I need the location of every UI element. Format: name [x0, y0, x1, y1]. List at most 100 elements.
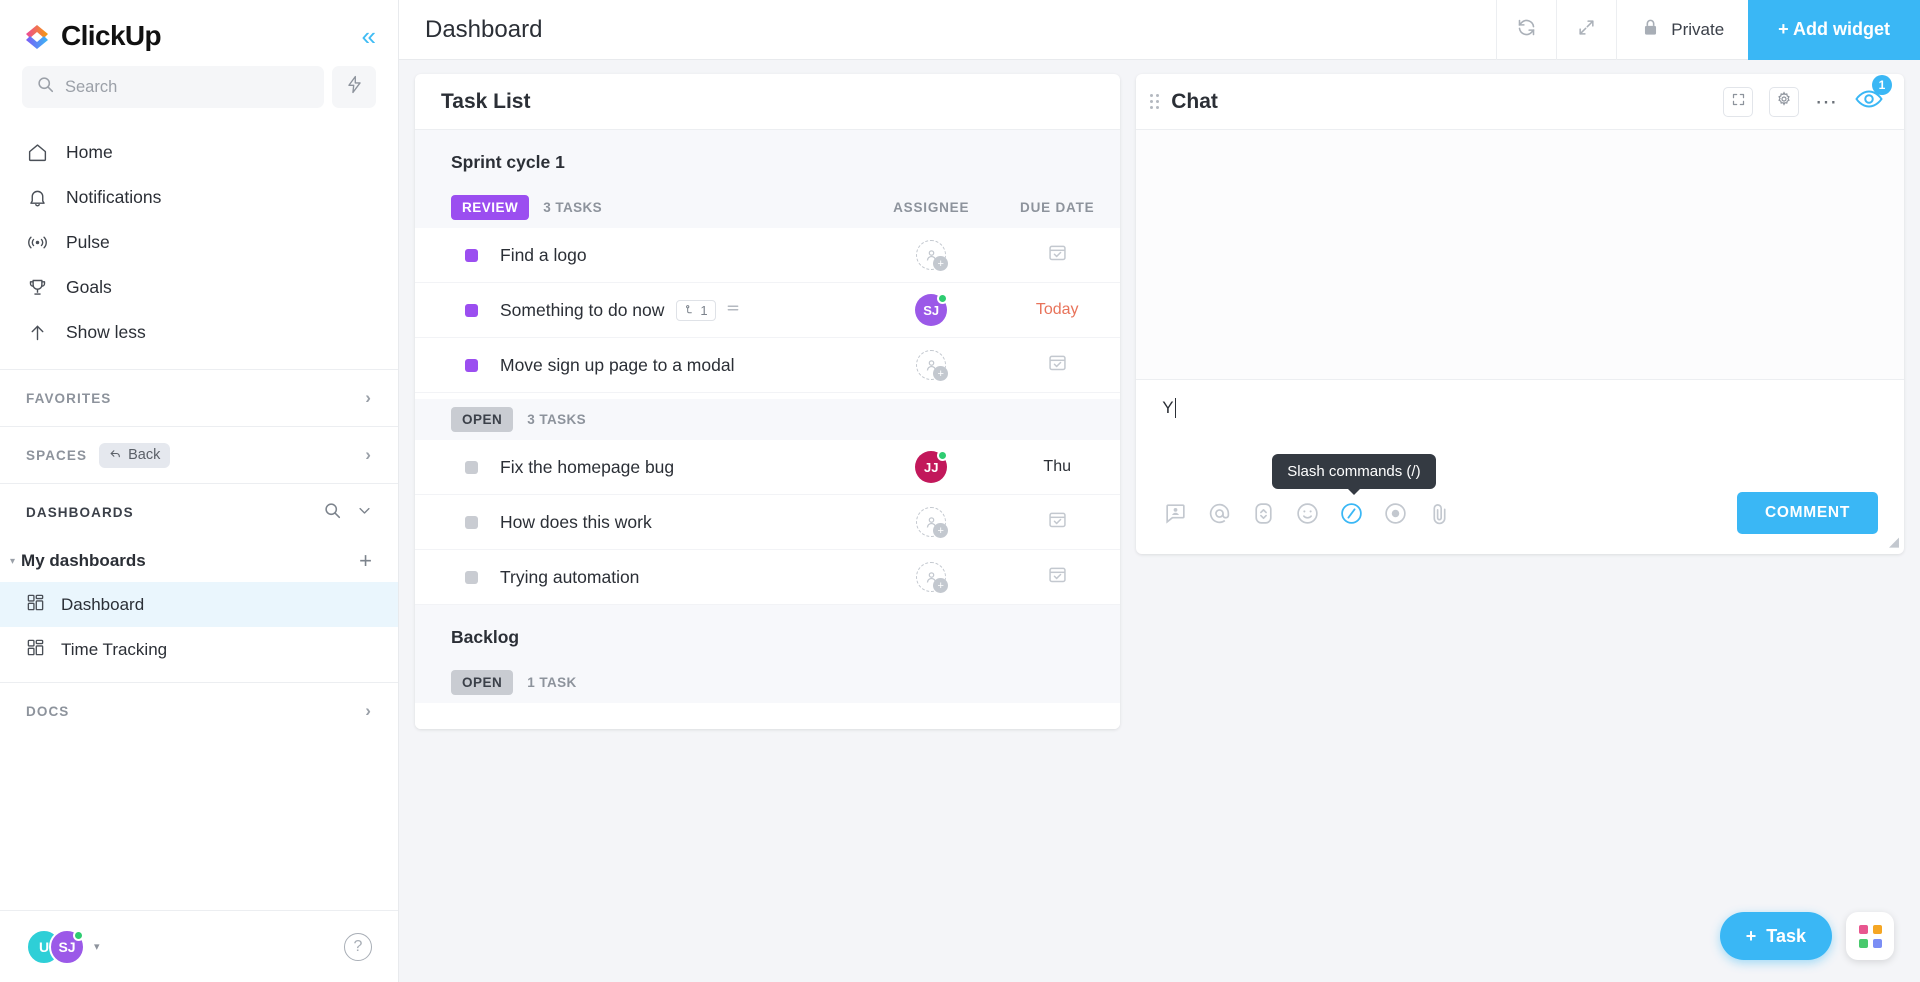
task-list-header: Task List: [415, 74, 1121, 130]
search-input[interactable]: [65, 77, 309, 97]
calendar-icon: [1047, 242, 1068, 268]
search-box[interactable]: [22, 66, 324, 108]
brand-logo[interactable]: ClickUp: [22, 20, 162, 52]
mention-icon[interactable]: [1206, 500, 1232, 526]
search-icon: [37, 76, 54, 98]
status-group-open[interactable]: OPEN 3 TASKS: [415, 399, 1121, 440]
my-dashboards-label: My dashboards: [21, 551, 146, 570]
add-task-label: Task: [1766, 925, 1806, 946]
sidebar-item-show-less[interactable]: Show less: [0, 310, 398, 355]
chat-expand-button[interactable]: [1723, 86, 1753, 117]
brand-name: ClickUp: [61, 20, 162, 51]
avatar-dropdown-icon[interactable]: ▾: [94, 940, 100, 953]
sidebar-item-goals[interactable]: Goals: [0, 265, 398, 310]
chat-settings-button[interactable]: [1769, 86, 1799, 117]
primary-nav: Home Notifications Pulse Goals Show less: [0, 120, 398, 369]
plus-icon: +: [933, 578, 949, 593]
assignee-cell[interactable]: +: [868, 562, 994, 593]
section-dashboards[interactable]: DASHBOARDS: [0, 484, 398, 540]
table-row[interactable]: Move sign up page to a modal +: [415, 338, 1121, 393]
due-date-cell[interactable]: [994, 350, 1120, 380]
task-status-square[interactable]: [465, 515, 478, 529]
add-task-fab[interactable]: + Task: [1719, 912, 1832, 960]
chevron-right-icon: ›: [365, 388, 372, 407]
avatar[interactable]: JJ: [915, 450, 949, 483]
due-date-cell[interactable]: Thu: [994, 451, 1120, 483]
expand-button[interactable]: [1556, 0, 1616, 60]
comment-input[interactable]: Y: [1162, 398, 1878, 484]
record-icon[interactable]: [1382, 500, 1408, 526]
sidebar-item-label: Pulse: [66, 232, 110, 252]
sidebar-item-label: Home: [66, 142, 113, 162]
avatar[interactable]: SJ: [915, 293, 949, 326]
status-badge: REVIEW: [451, 195, 530, 220]
table-row[interactable]: Fix the homepage bug JJ Thu: [415, 440, 1121, 495]
column-headers: ASSIGNEE DUE DATE: [868, 200, 1120, 215]
private-button[interactable]: Private: [1616, 0, 1748, 60]
spaces-back-button[interactable]: Back: [99, 442, 171, 468]
gear-icon: [1776, 91, 1792, 112]
sidebar-item-pulse[interactable]: Pulse: [0, 220, 398, 265]
dashboards-search-icon[interactable]: [324, 502, 341, 522]
table-row[interactable]: How does this work +: [415, 495, 1121, 550]
table-row[interactable]: Find a logo +: [415, 228, 1121, 283]
task-status-square[interactable]: [465, 248, 478, 262]
table-row[interactable]: Trying automation +: [415, 550, 1121, 605]
status-group-review[interactable]: REVIEW 3 TASKS ASSIGNEE DUE DATE: [415, 187, 1121, 228]
drag-handle-icon[interactable]: [1150, 94, 1160, 109]
task-status-square[interactable]: [465, 303, 478, 317]
task-status-square[interactable]: [465, 570, 478, 584]
chat-toolbar: COMMENT ◢: [1136, 484, 1904, 554]
sidebar-item-home[interactable]: Home: [0, 130, 398, 175]
add-widget-button[interactable]: + Add widget: [1748, 0, 1920, 60]
task-icon[interactable]: [1250, 500, 1276, 526]
table-row[interactable]: Something to do now 1 SJ Today: [415, 283, 1121, 338]
add-assignee-icon[interactable]: +: [916, 562, 949, 593]
assignee-cell[interactable]: SJ: [868, 293, 994, 326]
help-icon[interactable]: ?: [344, 932, 372, 961]
apps-fab[interactable]: [1846, 912, 1894, 960]
due-date-cell[interactable]: [994, 240, 1120, 270]
task-status-square[interactable]: [465, 460, 478, 474]
due-date-value: Today: [1035, 301, 1079, 318]
task-status-square[interactable]: [465, 358, 478, 372]
resize-handle[interactable]: ◢: [1889, 534, 1899, 550]
refresh-button[interactable]: [1496, 0, 1556, 60]
assignee-cell[interactable]: +: [868, 507, 994, 538]
due-date-cell[interactable]: [994, 507, 1120, 537]
add-dashboard-icon[interactable]: +: [359, 550, 372, 572]
arrow-up-icon: [26, 322, 48, 344]
assignee-cell[interactable]: JJ: [868, 450, 994, 483]
subtask-count-chip[interactable]: 1: [676, 299, 716, 321]
priority-icon[interactable]: [726, 301, 740, 320]
add-assignee-icon[interactable]: +: [916, 507, 949, 538]
section-favorites[interactable]: FAVORITES ›: [0, 370, 398, 426]
my-dashboards-group[interactable]: ▾ My dashboards +: [0, 540, 398, 582]
assignee-cell[interactable]: +: [868, 240, 994, 271]
assignee-cell[interactable]: +: [868, 350, 994, 381]
sidebar-item-time-tracking[interactable]: Time Tracking: [0, 627, 398, 672]
add-assignee-icon[interactable]: +: [916, 350, 949, 381]
task-count: 1 TASK: [527, 675, 577, 690]
slash-command-icon[interactable]: [1338, 500, 1364, 526]
due-date-cell[interactable]: Today: [994, 294, 1120, 326]
assign-comment-icon[interactable]: [1162, 500, 1188, 526]
chevron-down-icon[interactable]: [357, 503, 372, 521]
status-group-backlog-open[interactable]: OPEN 1 TASK: [415, 662, 1121, 703]
collapse-sidebar-icon[interactable]: «: [362, 23, 376, 49]
due-date-cell[interactable]: [994, 562, 1120, 592]
section-docs[interactable]: DOCS ›: [0, 683, 398, 739]
chat-watchers-button[interactable]: 1: [1854, 75, 1892, 119]
comment-button[interactable]: COMMENT: [1737, 492, 1878, 534]
sidebar-item-dashboard[interactable]: Dashboard: [0, 582, 398, 627]
attachment-icon[interactable]: [1426, 500, 1452, 526]
emoji-icon[interactable]: [1294, 500, 1320, 526]
column-header-assignee: ASSIGNEE: [893, 200, 970, 215]
chat-more-options-icon[interactable]: ⋯: [1815, 91, 1838, 113]
quick-action-bolt-button[interactable]: [332, 66, 376, 108]
user-avatars[interactable]: U SJ ▾: [26, 928, 100, 965]
add-assignee-icon[interactable]: +: [916, 240, 949, 271]
triangle-down-icon: ▾: [10, 555, 16, 567]
section-spaces[interactable]: SPACES Back ›: [0, 427, 398, 483]
sidebar-item-notifications[interactable]: Notifications: [0, 175, 398, 220]
